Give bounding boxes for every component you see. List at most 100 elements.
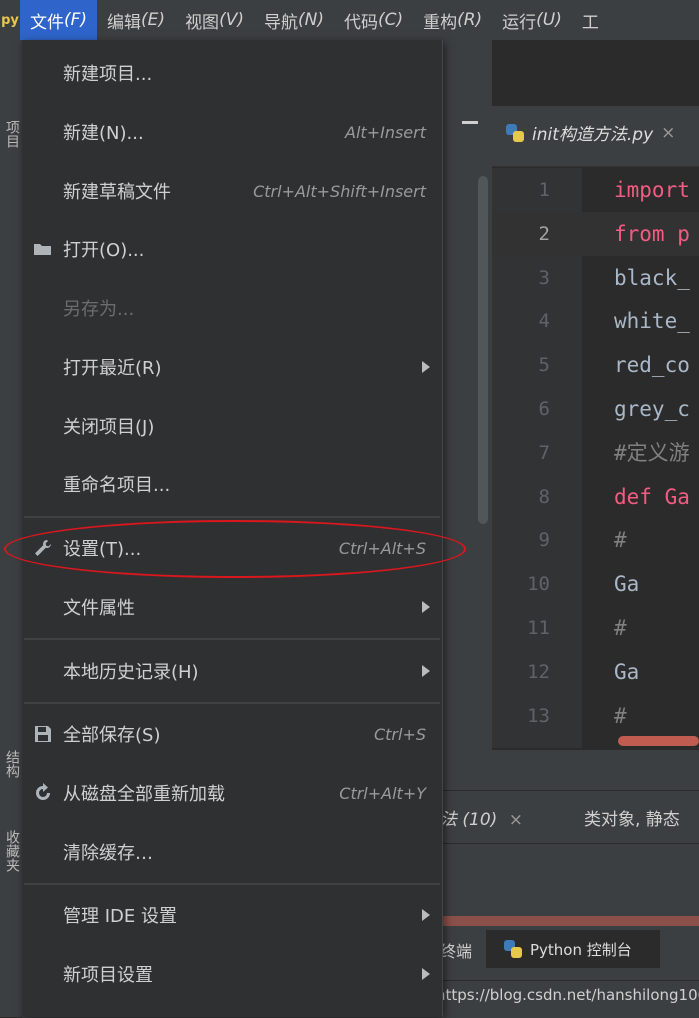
submenu-arrow-icon	[422, 968, 430, 980]
menu-edit-label: 编辑	[107, 12, 142, 33]
line-number: 1	[538, 179, 550, 201]
menu-item-file-properties[interactable]: 文件属性	[22, 578, 442, 636]
code-line[interactable]: 12 Ga	[492, 650, 699, 694]
menu-item-manage-ide-settings[interactable]: 管理 IDE 设置	[22, 886, 442, 944]
folder-icon	[32, 238, 54, 260]
menu-item-open-recent[interactable]: 打开最近(R)	[22, 338, 442, 396]
code-line[interactable]: 4 white_	[492, 299, 699, 343]
menu-item-invalidate-caches[interactable]: 清除缓存…	[22, 823, 442, 881]
editor-tab[interactable]: init构造方法.py ×	[506, 120, 675, 145]
menu-item-shortcut: Ctrl+S	[373, 724, 426, 744]
code-text: grey_c	[614, 397, 690, 421]
menu-view[interactable]: 视图 (V)	[175, 0, 254, 40]
line-number: 3	[538, 266, 550, 289]
menu-item-reload-all[interactable]: 从磁盘全部重新加载 Ctrl+Alt+Y	[22, 764, 442, 822]
menu-navigate-mnemonic: (N)	[297, 10, 324, 30]
code-text: #定义游	[614, 440, 690, 465]
menu-item-label: 文件属性	[63, 598, 135, 619]
submenu-arrow-icon	[422, 361, 430, 373]
menu-bar: py 文件 (F) 编辑 (E) 视图 (V) 导航 (N) 代码 (C) 重构 (R) 运…	[0, 0, 699, 41]
menu-item-open[interactable]: 打开(O)...	[22, 220, 442, 278]
python-file-icon	[506, 123, 524, 142]
submenu-arrow-icon	[422, 909, 430, 921]
watermark-url: https://blog.csdn.net/hanshilong100	[436, 986, 699, 1004]
close-icon[interactable]: ×	[509, 810, 523, 830]
menu-file-label: 文件	[30, 12, 64, 33]
submenu-arrow-icon	[422, 665, 430, 677]
menu-navigate[interactable]: 导航 (N)	[254, 0, 334, 40]
line-number: 5	[538, 354, 550, 377]
menu-item-shortcut: Alt+Insert	[345, 122, 426, 142]
menu-view-label: 视图	[185, 12, 220, 33]
menu-code-mnemonic: (C)	[377, 10, 404, 30]
code-text: black_	[614, 265, 690, 290]
project-tool-tab[interactable]: 项目	[2, 120, 22, 148]
code-line[interactable]: 8 def Ga	[492, 475, 699, 519]
horizontal-scrollbar[interactable]	[618, 736, 699, 746]
menu-item-label: 管理 IDE 设置	[63, 906, 177, 927]
menu-refactor-mnemonic: (R)	[457, 10, 483, 30]
close-icon[interactable]: ×	[661, 123, 675, 143]
menu-item-label: 另存为...	[63, 299, 135, 320]
menu-item-label: 新建草稿文件	[63, 182, 171, 203]
menu-item-label: 从磁盘全部重新加载	[63, 784, 225, 805]
menu-run[interactable]: 运行 (U)	[492, 0, 572, 40]
menu-run-label: 运行	[502, 12, 537, 33]
code-text: import	[614, 178, 690, 202]
line-number: 11	[527, 617, 550, 639]
code-line[interactable]: 10 Ga	[492, 562, 699, 606]
menu-edit[interactable]: 编辑 (E)	[97, 0, 175, 40]
menu-item-shortcut: Ctrl+Alt+Shift+Insert	[253, 181, 426, 201]
code-line[interactable]: 7 #定义游	[492, 431, 699, 475]
structure-tool-tab[interactable]: 结构	[2, 750, 22, 778]
line-number: 12	[527, 660, 550, 683]
menu-item-new-project[interactable]: 新建项目...	[22, 44, 442, 102]
line-number: 8	[538, 485, 550, 508]
menu-code[interactable]: 代码 (C)	[334, 0, 413, 40]
menu-item-label: 本地历史记录(H)	[63, 662, 199, 683]
terminal-tab[interactable]: 终端	[440, 938, 472, 962]
code-text: red_co	[614, 353, 690, 378]
code-line[interactable]: 11 #	[492, 606, 699, 650]
submenu-arrow-icon	[422, 601, 430, 613]
menu-item-new-scratch[interactable]: 新建草稿文件 Ctrl+Alt+Shift+Insert	[22, 162, 442, 220]
menu-item-close-project[interactable]: 关闭项目(J)	[22, 397, 442, 455]
python-icon	[504, 940, 522, 958]
code-text: Ga	[614, 659, 640, 684]
editor-tab-bar: init构造方法.py ×	[492, 106, 699, 167]
panel-divider[interactable]	[440, 916, 699, 926]
minimize-icon[interactable]	[462, 121, 478, 124]
code-text: def Ga	[614, 484, 690, 509]
app-icon: py	[1, 12, 19, 28]
bottom-tab-class-objects[interactable]: 类对象, 静态	[584, 805, 680, 830]
code-line[interactable]: 5 red_co	[492, 343, 699, 387]
left-tool-strip: 项目 结构 收藏夹	[0, 40, 23, 1017]
favorites-tool-tab[interactable]: 收藏夹	[2, 830, 22, 872]
code-line[interactable]: 9 #	[492, 518, 699, 562]
menu-file[interactable]: 文件 (F)	[20, 0, 98, 40]
menu-item-label: 新建项目...	[63, 64, 153, 85]
editor-tab-label: init构造方法.py	[532, 125, 654, 145]
menu-tools[interactable]: 工	[572, 0, 609, 40]
code-line[interactable]: 13 #	[492, 694, 699, 738]
menu-item-new-project-settings[interactable]: 新项目设置	[22, 945, 442, 1003]
vertical-scrollbar[interactable]	[478, 176, 488, 524]
menu-refactor[interactable]: 重构 (R)	[413, 0, 492, 40]
menu-item-local-history[interactable]: 本地历史记录(H)	[22, 642, 442, 700]
code-line[interactable]: 1 import	[492, 168, 699, 212]
menu-item-new[interactable]: 新建(N)... Alt+Insert	[22, 103, 442, 161]
menu-file-mnemonic: (F)	[64, 10, 88, 30]
menu-item-rename-project[interactable]: 重命名项目...	[22, 455, 442, 513]
menu-item-label: 打开(O)...	[63, 240, 145, 261]
code-line[interactable]: 2 from p	[492, 211, 699, 256]
python-console-label: Python 控制台	[530, 940, 632, 959]
code-text: from p	[614, 221, 690, 246]
bottom-tab-methods[interactable]: 法 (10) ×	[440, 805, 523, 830]
menu-view-mnemonic: (V)	[219, 10, 244, 30]
code-line[interactable]: 3 black_	[492, 256, 699, 300]
code-line[interactable]: 6 grey_c	[492, 387, 699, 431]
menu-item-save-all[interactable]: 全部保存(S) Ctrl+S	[22, 705, 442, 763]
python-console-tab[interactable]: Python 控制台	[486, 930, 660, 968]
menu-separator	[24, 883, 440, 885]
menu-navigate-label: 导航	[263, 12, 298, 33]
